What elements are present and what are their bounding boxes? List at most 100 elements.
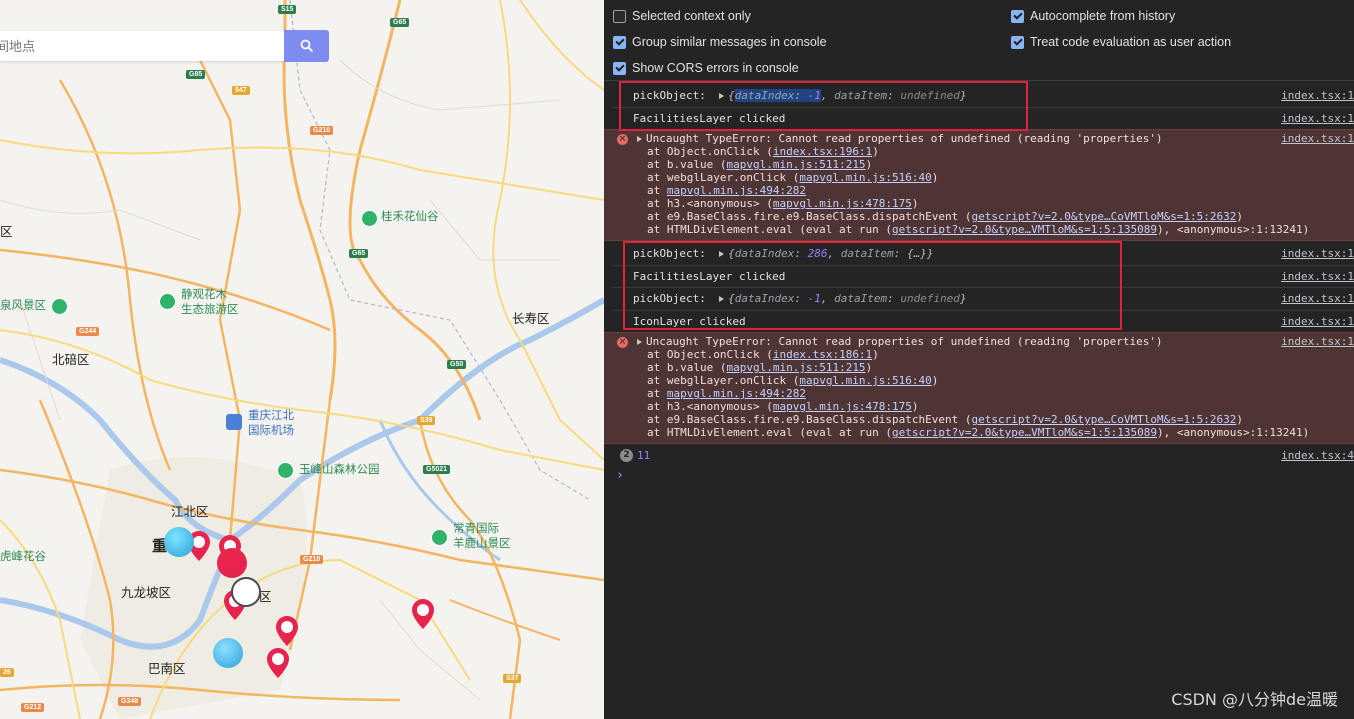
setting-label: Show CORS errors in console	[632, 61, 799, 75]
source-link[interactable]: index.tsx:1	[1281, 270, 1354, 283]
map-search-button[interactable]	[284, 30, 329, 62]
stack-line: at webglLayer.onClick (mapvgl.min.js:516…	[647, 374, 939, 387]
error-icon: ×	[617, 337, 628, 348]
poi-label: 玉峰山森林公园	[299, 464, 380, 476]
source-link[interactable]: index.tsx:1	[1281, 132, 1354, 145]
road-shield: 26	[0, 668, 14, 677]
airport-label: 国际机场	[248, 425, 294, 437]
setting-label: Treat code evaluation as user action	[1030, 35, 1232, 49]
park-icon	[361, 210, 378, 227]
road-shield: G50	[447, 360, 467, 369]
facility-marker-icon[interactable]	[213, 638, 243, 668]
setting-label: Selected context only	[632, 9, 751, 23]
park-icon	[431, 529, 448, 546]
checkbox[interactable]	[613, 35, 626, 49]
search-icon	[300, 39, 313, 53]
stack-line: at mapvgl.min.js:494:282	[647, 387, 806, 400]
source-link[interactable]: index.tsx:1	[1281, 89, 1354, 102]
road-shield: G65	[349, 249, 369, 258]
console-message: 2 11 index.tsx:4	[604, 449, 1354, 467]
poi-label: 桂禾花仙谷	[381, 211, 439, 223]
source-link[interactable]: index.tsx:4	[1281, 449, 1354, 462]
road-shield: 547	[232, 86, 250, 95]
console-settings: Selected context only Group similar mess…	[604, 0, 1354, 81]
facility-marker-icon[interactable]	[164, 527, 194, 557]
stack-line: at Object.onClick (index.tsx:196:1)	[647, 145, 879, 158]
stack-line: at webglLayer.onClick (mapvgl.min.js:516…	[647, 171, 939, 184]
map-label-jiangbei: 江北区	[171, 505, 209, 519]
road-shield: G5021	[423, 465, 451, 474]
checkbox[interactable]	[1011, 35, 1024, 49]
map-label: 区	[259, 590, 272, 604]
map-search-input[interactable]	[0, 31, 284, 61]
poi-label: 羊鹿山景区	[453, 538, 511, 550]
stack-line: at HTMLDivElement.eval (eval at run (get…	[647, 426, 1310, 439]
group-similar-checkbox[interactable]: Group similar messages in console	[613, 35, 827, 49]
source-link[interactable]: index.tsx:1	[1281, 112, 1354, 125]
error-message: Uncaught TypeError: Cannot read properti…	[637, 335, 1163, 348]
road-shield: G85	[186, 70, 206, 79]
map-panel[interactable]: S15 G65 G85 547 G210 G65 G244 G50 S39 G5…	[0, 0, 604, 719]
road-shield: G210	[310, 126, 334, 135]
log-value: 11	[637, 449, 651, 462]
road-shield: G348	[118, 697, 142, 706]
road-shield: S39	[417, 416, 436, 425]
poi-label: 静观花木	[181, 289, 227, 301]
poi-label: 生态旅游区	[181, 304, 239, 316]
checkbox[interactable]	[613, 61, 626, 75]
stack-line: at HTMLDivElement.eval (eval at run (get…	[647, 223, 1310, 236]
selected-context-checkbox[interactable]: Selected context only	[613, 9, 751, 23]
road-shield: S15	[278, 5, 297, 14]
map-pin-icon[interactable]	[411, 598, 435, 630]
map-label-changshou: 长寿区	[512, 312, 550, 326]
show-cors-checkbox[interactable]: Show CORS errors in console	[613, 61, 799, 75]
expand-icon[interactable]	[637, 136, 642, 142]
road-shield: S37	[503, 674, 522, 683]
map-pin-icon[interactable]	[275, 615, 299, 647]
source-link[interactable]: index.tsx:1	[1281, 315, 1354, 328]
stack-line: at Object.onClick (index.tsx:186:1)	[647, 348, 879, 361]
stack-line: at h3.<anonymous> (mapvgl.min.js:478:175…	[647, 400, 919, 413]
airport-label: 重庆江北	[248, 410, 294, 422]
highlight-box	[623, 241, 1122, 330]
map-pin-icon[interactable]	[266, 647, 290, 679]
stack-line: at e9.BaseClass.fire.e9.BaseClass.dispat…	[647, 413, 1244, 426]
stack-line: at b.value (mapvgl.min.js:511:215)	[647, 361, 873, 374]
treat-eval-checkbox[interactable]: Treat code evaluation as user action	[1011, 35, 1231, 49]
map-label-banan: 巴南区	[148, 662, 186, 676]
error-icon: ×	[617, 134, 628, 145]
highlight-box	[619, 81, 1028, 131]
park-icon	[277, 462, 294, 479]
park-icon	[159, 293, 176, 310]
facility-marker-icon[interactable]	[217, 548, 247, 578]
map-label-jiulongpo: 九龙坡区	[121, 586, 172, 600]
expand-icon[interactable]	[637, 339, 642, 345]
park-icon	[51, 298, 68, 315]
road-shield: G212	[21, 703, 45, 712]
checkbox[interactable]	[613, 9, 626, 23]
poi-label: 泉风景区	[0, 300, 46, 312]
console-error: × Uncaught TypeError: Cannot read proper…	[604, 332, 1354, 444]
map-label: 区	[0, 225, 13, 239]
setting-label: Group similar messages in console	[632, 35, 827, 49]
console-prompt[interactable]: ›	[616, 468, 624, 483]
source-link[interactable]: index.tsx:1	[1281, 335, 1354, 348]
stack-line: at mapvgl.min.js:494:282	[647, 184, 806, 197]
stack-line: at b.value (mapvgl.min.js:511:215)	[647, 158, 873, 171]
stack-line: at e9.BaseClass.fire.e9.BaseClass.dispat…	[647, 210, 1244, 223]
autocomplete-checkbox[interactable]: Autocomplete from history	[1011, 9, 1175, 23]
devtools-console: Selected context only Group similar mess…	[604, 0, 1354, 719]
error-message: Uncaught TypeError: Cannot read properti…	[637, 132, 1163, 145]
road-shield: G244	[76, 327, 100, 336]
source-link[interactable]: index.tsx:1	[1281, 247, 1354, 260]
setting-label: Autocomplete from history	[1030, 9, 1176, 23]
repeat-count-badge: 2	[620, 449, 633, 462]
facility-marker-icon[interactable]	[231, 577, 261, 607]
road-shield: G210	[300, 555, 324, 564]
source-link[interactable]: index.tsx:1	[1281, 292, 1354, 305]
stack-line: at h3.<anonymous> (mapvgl.min.js:478:175…	[647, 197, 919, 210]
watermark: CSDN @八分钟de温暖	[1171, 690, 1338, 709]
airport-icon	[226, 414, 242, 430]
checkbox[interactable]	[1011, 9, 1024, 23]
map-label-beibei: 北碚区	[52, 353, 90, 367]
